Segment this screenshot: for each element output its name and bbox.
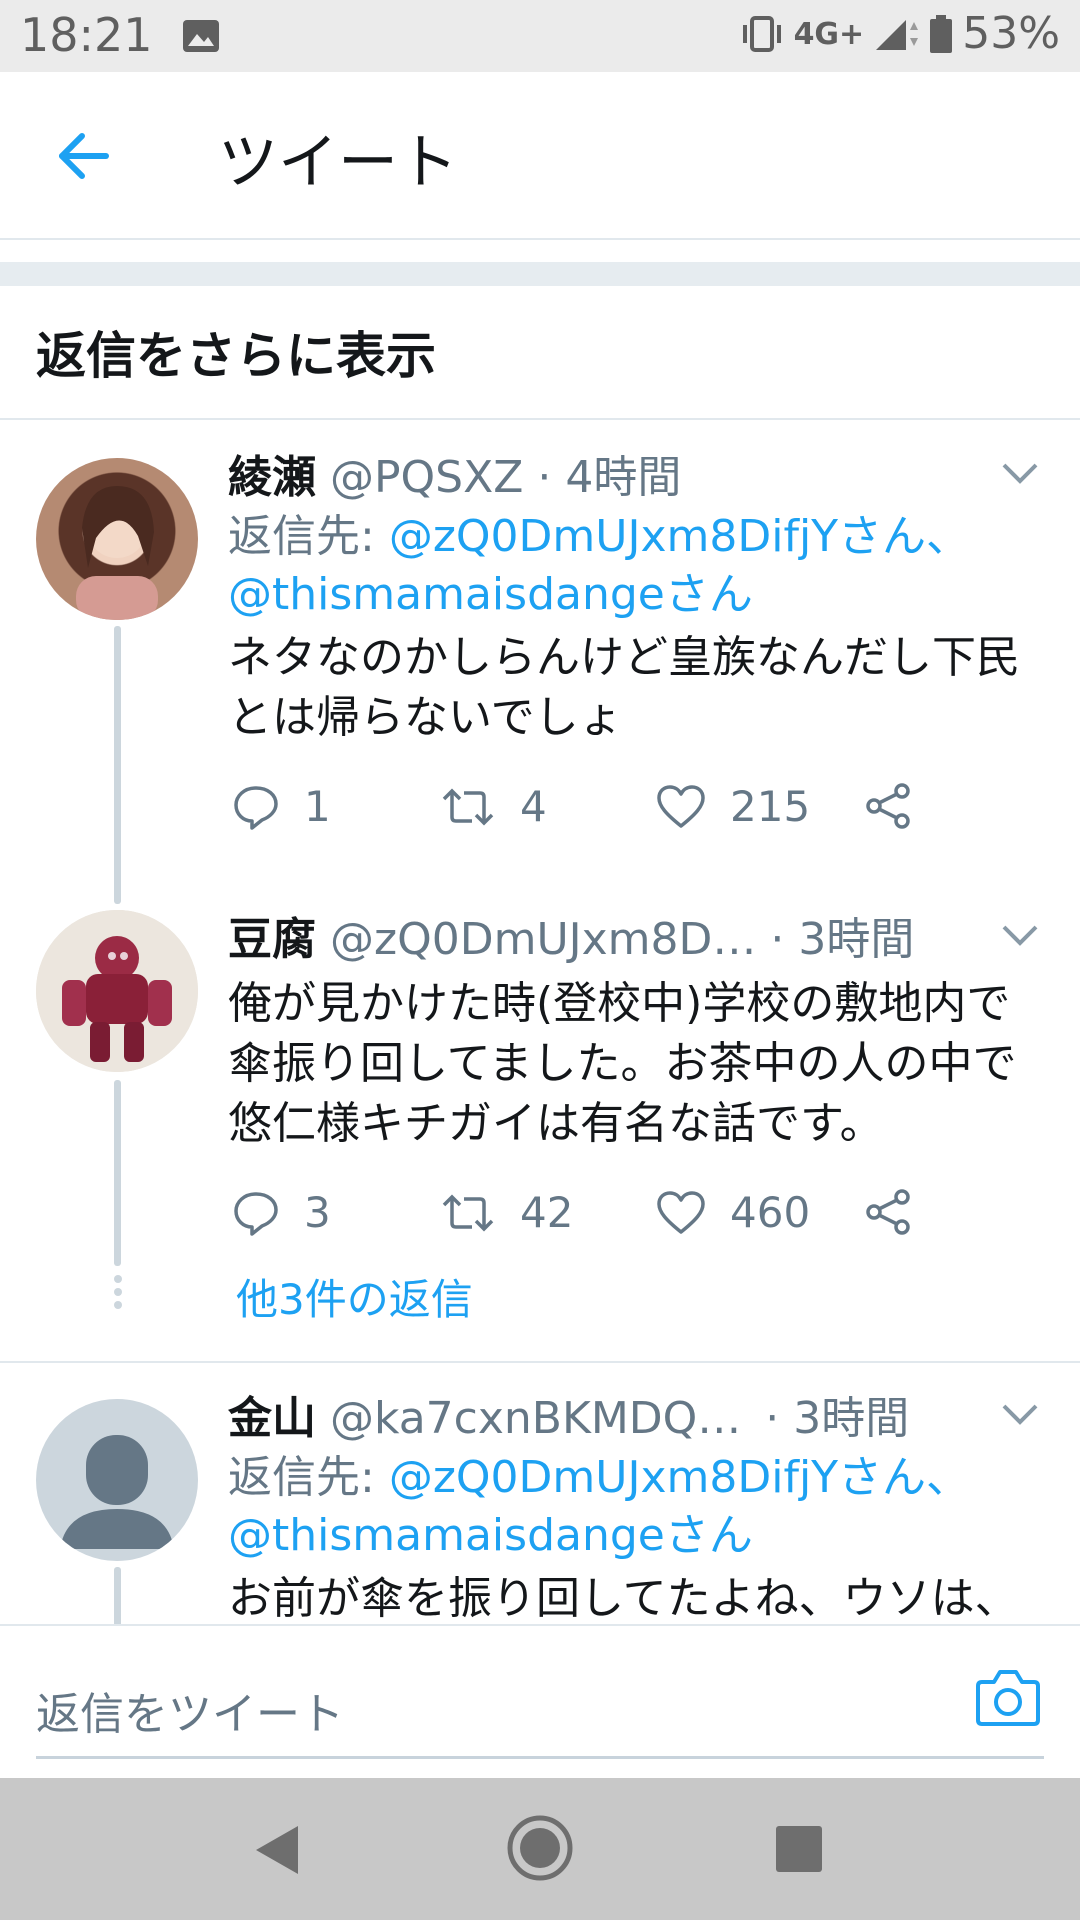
tweet-text-line: 悠仁様キチガイは有名な話です。 <box>228 1098 884 1149</box>
retweet-icon <box>442 1194 494 1231</box>
retweet-count: 42 <box>520 1188 574 1237</box>
nav-back-icon[interactable] <box>250 1822 306 1878</box>
reply-button[interactable]: 3 <box>232 1188 331 1237</box>
image-notification-icon <box>183 20 219 52</box>
reply-to-prefix: 返信先: <box>228 1452 389 1503</box>
tweet-header: 豆腐 @zQ0DmUJxm8D… · 3時間 <box>228 910 1044 970</box>
heart-icon <box>657 784 705 828</box>
status-time: 18:21 <box>20 8 153 62</box>
reply-count: 3 <box>304 1188 331 1237</box>
tweet-item[interactable]: 綾瀬 @PQSXZ · 4時間 返信先: @zQ0DmUJxm8DifjYさん、… <box>0 418 1080 904</box>
show-more-replies-label: 返信をさらに表示 <box>36 327 436 385</box>
tweet-text: お前が傘を振り回してたよね、ウソは、 <box>228 1569 1044 1624</box>
reply-icon <box>234 1191 278 1236</box>
tweet-text-line: とは帰らないでしょ <box>228 692 623 743</box>
tweet-body: 豆腐 @zQ0DmUJxm8D… · 3時間 俺が見かけた時(登校中)学校の敷地… <box>228 910 1044 1258</box>
vibrate-icon <box>742 15 781 52</box>
tweet-item[interactable]: 豆腐 @zQ0DmUJxm8D… · 3時間 俺が見かけた時(登校中)学校の敷地… <box>0 898 1080 1362</box>
user-handle[interactable]: @PQSXZ <box>330 452 523 503</box>
nav-recents-icon[interactable] <box>776 1826 822 1872</box>
avatar[interactable] <box>36 458 198 620</box>
reply-to-prefix: 返信先: <box>228 511 389 562</box>
reply-to: 返信先: @zQ0DmUJxm8DifjYさん、 @thismamaisdang… <box>228 508 1044 624</box>
like-button[interactable]: 215 <box>656 782 810 831</box>
thread-line <box>114 626 121 904</box>
tweet-text-line: お前が傘を振り回してたよね、ウソは、 <box>228 1573 1019 1624</box>
heart-icon <box>657 1190 705 1234</box>
tweet-actions: 1 4 215 <box>228 782 1044 852</box>
avatar-photo <box>36 910 198 1072</box>
page-title: ツイート <box>218 128 458 198</box>
reply-count: 1 <box>304 782 331 831</box>
tweet-time: · 4時間 <box>537 452 682 503</box>
nav-home-icon[interactable] <box>506 1814 574 1882</box>
show-more-replies-button[interactable]: 返信をさらに表示 <box>0 286 1080 420</box>
retweet-button[interactable]: 42 <box>440 1188 573 1237</box>
thread-line <box>114 1080 121 1266</box>
reply-icon <box>234 785 278 830</box>
like-button[interactable]: 460 <box>656 1188 810 1237</box>
retweet-button[interactable]: 4 <box>440 782 547 831</box>
user-name[interactable]: 豆腐 <box>228 914 316 965</box>
thread-line <box>114 1567 121 1624</box>
reply-to-link[interactable]: @zQ0DmUJxm8DifjYさん、 <box>389 1452 970 1503</box>
user-name[interactable]: 金山 <box>228 1393 316 1444</box>
avatar[interactable] <box>36 910 198 1072</box>
avatar[interactable] <box>36 1399 198 1561</box>
input-underline <box>36 1756 1044 1759</box>
more-thread-dots <box>114 1275 122 1309</box>
reply-to: 返信先: @zQ0DmUJxm8DifjYさん、 @thismamaisdang… <box>228 1449 1044 1565</box>
chevron-down-icon[interactable] <box>1002 1403 1038 1425</box>
share-button[interactable] <box>864 782 912 830</box>
tweet-text-line: 俺が見かけた時(登校中)学校の敷地内で <box>228 978 1011 1029</box>
retweet-count: 4 <box>520 782 547 831</box>
signal-icon <box>876 19 919 50</box>
network-type: 4G+ <box>793 17 865 52</box>
reply-button[interactable]: 1 <box>232 782 331 831</box>
status-right-group: 4G+ 53% <box>740 8 1060 59</box>
tweet-header: 綾瀬 @PQSXZ · 4時間 <box>228 448 1044 508</box>
status-bar: 18:21 4G+ 53% <box>0 0 1080 72</box>
share-icon <box>866 1189 910 1235</box>
tweet-text-line: ネタなのかしらんけど皇族なんだし下民 <box>228 632 1020 683</box>
app-bar: ツイート <box>0 72 1080 240</box>
system-nav-bar <box>0 1778 1080 1920</box>
tweet-body: 金山 @ka7cxnBKMDQ… · 3時間 返信先: @zQ0DmUJxm8D… <box>228 1389 1044 1624</box>
tweet-item[interactable]: 金山 @ka7cxnBKMDQ… · 3時間 返信先: @zQ0DmUJxm8D… <box>0 1363 1080 1624</box>
user-handle[interactable]: @ka7cxnBKMDQ… <box>330 1393 741 1444</box>
tweet-time: · 3時間 <box>765 1393 910 1444</box>
like-count: 215 <box>730 782 811 831</box>
avatar-photo <box>76 486 158 620</box>
chevron-down-icon[interactable] <box>1002 462 1038 484</box>
share-button[interactable] <box>864 1188 912 1236</box>
reply-to-link[interactable]: @thismamaisdangeさん <box>228 569 753 620</box>
battery-icon <box>930 14 953 53</box>
default-avatar-icon <box>60 1435 174 1549</box>
tweet-time: · 3時間 <box>770 914 915 965</box>
tweet-actions: 3 42 460 <box>228 1188 1044 1258</box>
tweet-header: 金山 @ka7cxnBKMDQ… · 3時間 <box>228 1389 1044 1449</box>
tweet-text: 俺が見かけた時(登校中)学校の敷地内で 傘振り回してました。お茶中の人の中で 悠… <box>228 974 1044 1154</box>
chevron-down-icon[interactable] <box>1002 924 1038 946</box>
arrow-left-icon[interactable] <box>56 128 112 184</box>
reply-input[interactable]: 返信をツイート <box>36 1678 344 1742</box>
reply-to-link[interactable]: @zQ0DmUJxm8DifjYさん、 <box>389 511 970 562</box>
camera-icon[interactable] <box>976 1668 1040 1726</box>
retweet-icon <box>442 788 494 825</box>
user-handle[interactable]: @zQ0DmUJxm8D… <box>330 914 756 965</box>
share-icon <box>866 783 910 829</box>
tweet-text: ネタなのかしらんけど皇族なんだし下民 とは帰らないでしょ <box>228 628 1044 748</box>
battery-percent: 53% <box>962 8 1060 59</box>
reply-to-link[interactable]: @thismamaisdangeさん <box>228 1510 753 1561</box>
show-more-thread-replies-link[interactable]: 他3件の返信 <box>236 1266 473 1327</box>
like-count: 460 <box>730 1188 811 1237</box>
user-name[interactable]: 綾瀬 <box>228 452 316 503</box>
tweet-body: 綾瀬 @PQSXZ · 4時間 返信先: @zQ0DmUJxm8DifjYさん、… <box>228 448 1044 852</box>
reply-compose-bar: 返信をツイート <box>0 1624 1080 1780</box>
section-gap <box>0 262 1080 286</box>
tweet-text-line: 傘振り回してました。お茶中の人の中で <box>228 1038 1017 1089</box>
